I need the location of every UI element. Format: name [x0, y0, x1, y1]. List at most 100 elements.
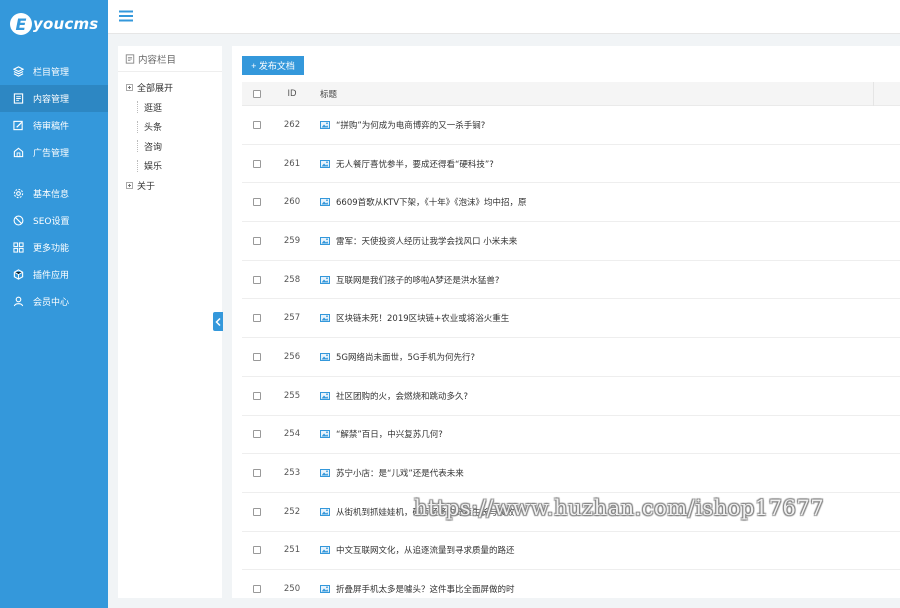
- row-id: 262: [283, 119, 301, 130]
- row-checkbox[interactable]: [253, 391, 261, 400]
- row-id: 255: [283, 390, 301, 401]
- image-icon: [320, 314, 330, 323]
- tree-node-expand-all[interactable]: 全部展开: [118, 78, 222, 98]
- row-checkbox[interactable]: [253, 546, 261, 555]
- tree-node-guangguang[interactable]: 逛逛: [118, 98, 222, 118]
- table-row: 256 5G网络尚未面世，5G手机为何先行?: [242, 338, 900, 377]
- table-row: 262 “拼购”为何成为电商博弈的又一杀手锏?: [242, 106, 900, 145]
- tree-node-consult[interactable]: 咨询: [118, 137, 222, 157]
- hamburger-menu-icon[interactable]: [119, 9, 133, 23]
- watermark-text: https://www.huzhan.com/ishop17677: [414, 496, 825, 520]
- image-icon: [320, 120, 330, 129]
- select-all-checkbox[interactable]: [253, 89, 261, 98]
- table-row: 259 雷军：天使投资人经历让我学会找风口 小米未来: [242, 222, 900, 261]
- row-title-link[interactable]: 5G网络尚未面世，5G手机为何先行?: [336, 351, 475, 363]
- tree-header-label: 内容栏目: [138, 54, 177, 66]
- plugin-icon: [12, 269, 24, 281]
- category-tree: 全部展开 逛逛 头条 咨询 娱乐 关于: [118, 72, 222, 195]
- seo-icon: [12, 215, 24, 227]
- category-tree-panel: 内容栏目 全部展开 逛逛 头条 咨询 娱乐 关于: [118, 46, 222, 598]
- sidebar-item-ads[interactable]: 广告管理: [0, 139, 108, 166]
- sidebar-item-label: 广告管理: [33, 149, 70, 159]
- row-title-link[interactable]: 雷军：天使投资人经历让我学会找风口 小米未来: [336, 235, 517, 247]
- tree-node-label: 头条: [144, 123, 163, 134]
- column-header-id[interactable]: ID: [272, 89, 312, 99]
- sidebar-item-more[interactable]: 更多功能: [0, 234, 108, 261]
- table-row: 251 中文互联网文化，从追逐流量到寻求质量的路还: [242, 532, 900, 571]
- row-title-link[interactable]: “拼购”为何成为电商博弈的又一杀手锏?: [336, 119, 485, 131]
- sidebar-item-label: SEO设置: [33, 217, 70, 227]
- row-title-link[interactable]: 苏宁小店：是“儿戏”还是代表未来: [336, 467, 464, 479]
- row-id: 260: [283, 197, 301, 208]
- row-checkbox[interactable]: [253, 314, 261, 323]
- sidebar-item-label: 栏目管理: [33, 68, 70, 78]
- tree-node-label: 娱乐: [144, 162, 163, 173]
- tree-node-entertainment[interactable]: 娱乐: [118, 156, 222, 176]
- row-id: 250: [283, 584, 301, 595]
- tree-node-headlines[interactable]: 头条: [118, 117, 222, 137]
- image-icon: [320, 430, 330, 439]
- row-checkbox[interactable]: [253, 275, 261, 284]
- image-icon: [320, 546, 330, 555]
- sidebar-item-label: 更多功能: [33, 244, 70, 254]
- row-title-link[interactable]: 无人餐厅喜忧参半，要成还得看“硬科技”?: [336, 158, 494, 170]
- row-title-link[interactable]: 6609首歌从KTV下架，《十年》《泡沫》均中招，原: [336, 196, 527, 208]
- table-row: 253 苏宁小店：是“儿戏”还是代表未来: [242, 454, 900, 493]
- tree-header: 内容栏目: [118, 46, 222, 72]
- table-row: 261 无人餐厅喜忧参半，要成还得看“硬科技”?: [242, 145, 900, 184]
- document-icon: [125, 53, 135, 64]
- image-icon: [320, 275, 330, 284]
- row-checkbox[interactable]: [253, 120, 261, 129]
- publish-document-button[interactable]: + 发布文档: [242, 56, 304, 75]
- image-icon: [320, 159, 330, 168]
- image-icon: [320, 352, 330, 361]
- sidebar-item-seo[interactable]: SEO设置: [0, 207, 108, 234]
- table-row: 258 互联网是我们孩子的哆啦A梦还是洪水猛兽?: [242, 261, 900, 300]
- row-id: 261: [283, 158, 301, 169]
- sidebar-item-plugins[interactable]: 插件应用: [0, 261, 108, 288]
- row-id: 252: [283, 506, 301, 517]
- sidebar-item-pending[interactable]: 待审稿件: [0, 112, 108, 139]
- row-id: 256: [283, 351, 301, 362]
- row-title-link[interactable]: 中文互联网文化，从追逐流量到寻求质量的路还: [336, 544, 515, 556]
- sidebar-item-columns[interactable]: 栏目管理: [0, 58, 108, 85]
- tree-node-label: 逛逛: [144, 103, 163, 114]
- row-title-link[interactable]: 区块链未死！2019区块链+农业或将浴火重生: [336, 312, 509, 324]
- document-icon: [12, 93, 24, 105]
- row-id: 259: [283, 235, 301, 246]
- row-checkbox[interactable]: [253, 159, 261, 168]
- column-header-title: 标题: [320, 89, 338, 100]
- row-checkbox[interactable]: [253, 469, 261, 478]
- row-checkbox[interactable]: [253, 430, 261, 439]
- sidebar-item-members[interactable]: 会员中心: [0, 288, 108, 315]
- table-row: 255 社区团购的火，会燃烧和跳动多久?: [242, 377, 900, 416]
- expand-icon[interactable]: [126, 84, 133, 92]
- logo[interactable]: E youcms: [0, 0, 108, 48]
- row-id: 258: [283, 274, 301, 285]
- row-checkbox[interactable]: [253, 352, 261, 361]
- tree-node-about[interactable]: 关于: [118, 176, 222, 196]
- ad-icon: [12, 147, 24, 159]
- row-checkbox[interactable]: [253, 198, 261, 207]
- collapse-panel-button[interactable]: [213, 312, 223, 331]
- image-icon: [320, 391, 330, 400]
- row-id: 253: [283, 468, 301, 479]
- table-body: 262 “拼购”为何成为电商博弈的又一杀手锏? 261 无人餐厅喜忧参半，要成还…: [242, 106, 900, 598]
- row-title-link[interactable]: “解禁”百日，中兴复苏几何?: [336, 428, 443, 440]
- row-title-link[interactable]: 折叠屏手机太多是噱头？这件事比全面屏做的时: [336, 583, 515, 595]
- sidebar-item-basic-info[interactable]: 基本信息: [0, 180, 108, 207]
- row-checkbox[interactable]: [253, 507, 261, 516]
- row-title-link[interactable]: 社区团购的火，会燃烧和跳动多久?: [336, 390, 468, 402]
- expand-icon[interactable]: [126, 181, 133, 189]
- tree-node-label: 全部展开: [137, 84, 174, 95]
- sidebar-item-content[interactable]: 内容管理: [0, 85, 108, 112]
- grid-icon: [12, 242, 24, 254]
- row-checkbox[interactable]: [253, 585, 261, 594]
- row-title-link[interactable]: 互联网是我们孩子的哆啦A梦还是洪水猛兽?: [336, 274, 499, 286]
- tree-node-label: 关于: [137, 181, 156, 192]
- row-checkbox[interactable]: [253, 236, 261, 245]
- document-table: ID 标题 262 “拼购”为何成为电商博弈的又一杀手锏? 261 无人餐厅喜忧…: [242, 82, 900, 598]
- layers-icon: [12, 66, 24, 78]
- chevron-left-icon: [215, 317, 221, 326]
- gear-icon: [12, 188, 24, 200]
